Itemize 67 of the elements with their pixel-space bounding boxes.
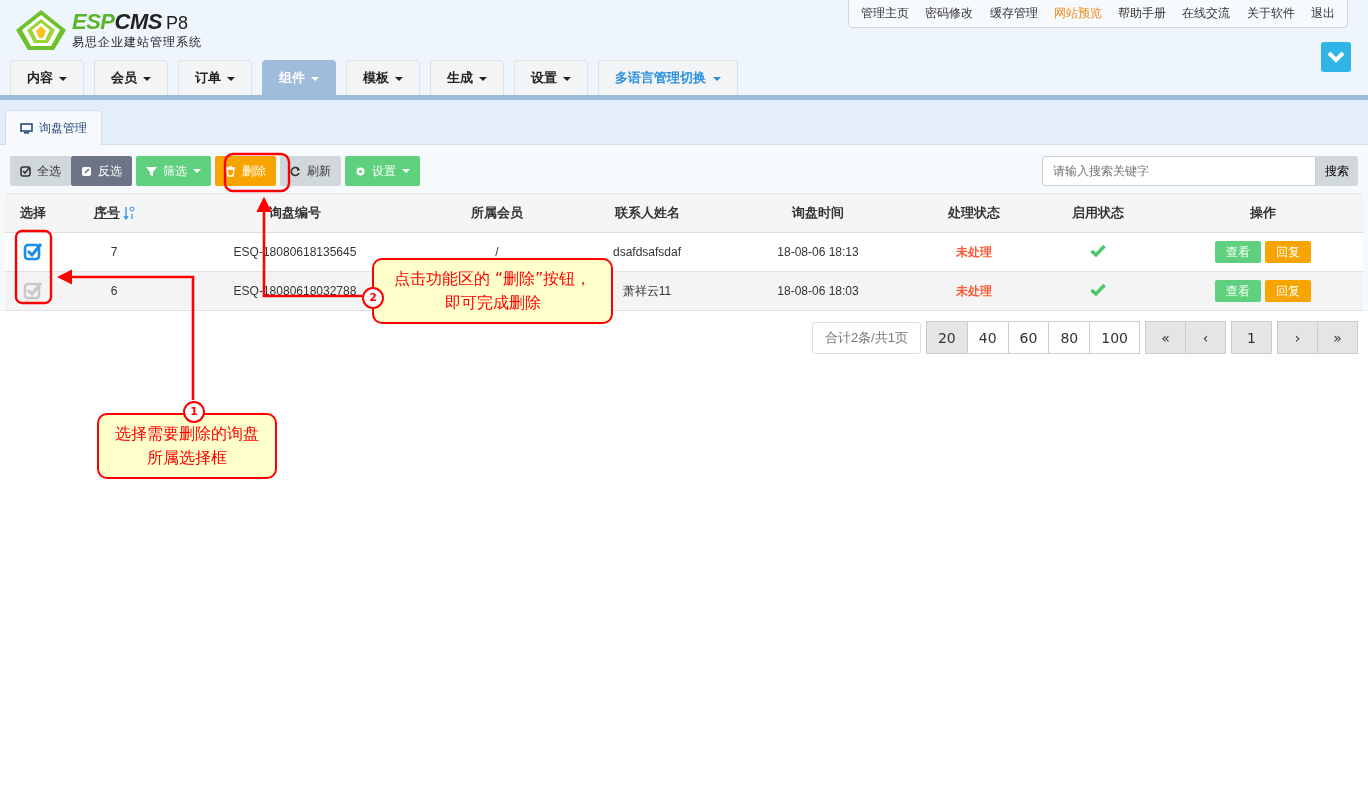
page-nav-button[interactable]: » [1317,321,1358,354]
page-nav-button[interactable]: › [1277,321,1318,354]
table-cell: 18-08-06 18:03 [777,284,859,298]
column-header: 处理状态 [948,205,1000,220]
search-button[interactable]: 搜索 [1316,156,1358,186]
top-link[interactable]: 管理主页 [861,5,910,22]
top-link[interactable]: 缓存管理 [989,5,1038,22]
table-cell: / [495,245,499,259]
toolbar-button[interactable]: 全选 [10,156,71,186]
table-cell: dsafdsafsdaf [612,245,681,259]
status-text: 未处理 [956,283,992,298]
page-nav-button[interactable]: 1 [1231,321,1272,354]
top-link[interactable]: 关于软件 [1246,5,1295,22]
brand-name: ESPCMS [72,9,162,34]
page-size-button[interactable]: 20 [925,321,968,354]
nav-tab[interactable]: 生成 [430,60,504,95]
status-text: 未处理 [956,244,992,259]
callout-text: 点击功能区的 “删除”按钮，即可完成删除 [392,268,593,314]
table-cell: 7 [110,245,118,259]
table-cell: 6 [110,284,118,298]
page-tab[interactable]: 询盘管理 [5,110,102,145]
step-number: 2 [362,287,384,309]
page-size-button[interactable]: 40 [966,321,1009,354]
column-header: 询盘时间 [792,205,844,220]
callout-text: 选择需要删除的询盘所属选择框 [114,423,260,469]
row-checkbox[interactable] [22,240,43,261]
page-nav-button[interactable]: ‹ [1185,321,1226,354]
nav-tab[interactable]: 会员 [94,60,168,95]
table-cell: 18-08-06 18:13 [777,245,859,259]
search-field[interactable]: 请输入搜索关键字 [1042,156,1316,186]
collapse-button[interactable] [1321,42,1351,72]
trash-icon [225,165,236,177]
column-header: 启用状态 [1072,205,1124,220]
row-checkbox[interactable] [22,279,43,300]
nav-tab[interactable]: 设置 [514,60,588,95]
column-header[interactable]: 序号 [93,204,120,222]
page-size-button[interactable]: 60 [1007,321,1050,354]
column-header: 所属会员 [471,205,523,220]
checkbox-icon [20,165,31,177]
page-size-button[interactable]: 100 [1089,321,1140,354]
highlight-frame [223,152,291,193]
nav-tab[interactable]: 模板 [346,60,420,95]
logo-icon [14,8,68,52]
top-link[interactable]: 在线交流 [1182,5,1231,22]
column-header: 联系人姓名 [614,205,680,220]
chevron-down-icon [1326,50,1346,64]
page-summary: 合计2条/共1页 [811,321,921,354]
column-header: 询盘编号 [269,205,321,220]
top-link[interactable]: 退出 [1310,5,1335,22]
column-header: 操作 [1249,205,1276,220]
page-nav-button[interactable]: « [1145,321,1186,354]
filter-icon [146,165,157,177]
column-header: 选择 [19,205,46,220]
page-size-button[interactable]: 80 [1048,321,1091,354]
monitor-icon [20,122,33,134]
top-link[interactable]: 密码修改 [925,5,974,22]
refresh-icon [290,165,301,177]
nav-tab[interactable]: 内容 [10,60,84,95]
logo-subtitle: 易思企业建站管理系统 [72,33,202,51]
toolbar-button[interactable]: 刷新 [280,156,341,186]
step-number: 1 [183,401,205,423]
nav-tab[interactable]: 订单 [178,60,252,95]
table-cell: 萧祥云11 [622,283,672,298]
toolbar-button[interactable]: 反选 [71,156,132,186]
top-link[interactable]: 帮助手册 [1118,5,1167,22]
version-label: P8 [165,12,188,34]
sort-icon[interactable] [122,206,135,220]
